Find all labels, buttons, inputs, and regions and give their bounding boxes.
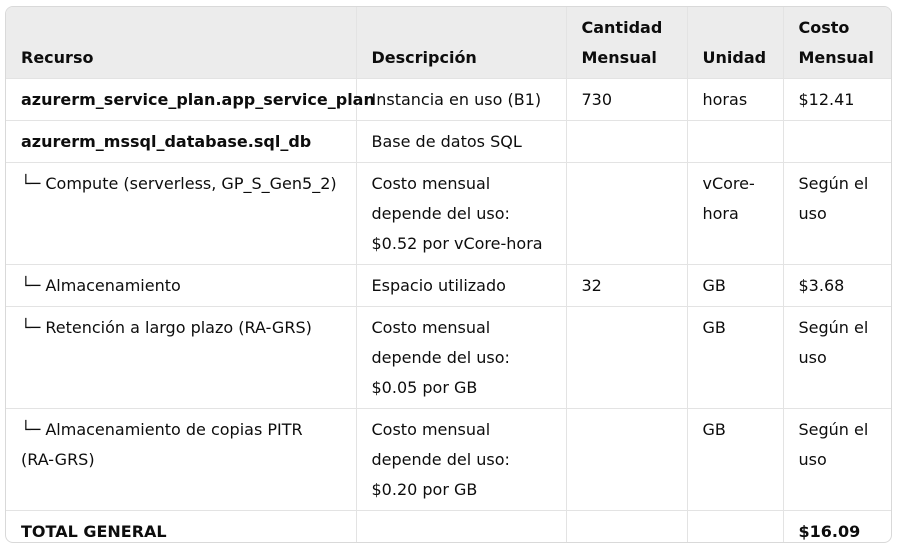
cell-unidad: GB bbox=[687, 306, 784, 409]
header-cantidad: Cantidad Mensual bbox=[566, 7, 688, 79]
table-header-row: Recurso Descripción Cantidad Mensual Uni… bbox=[6, 7, 891, 79]
cell-unidad: vCore-hora bbox=[687, 162, 784, 265]
cell-recurso: └─ Compute (serverless, GP_S_Gen5_2) bbox=[6, 162, 357, 265]
header-recurso: Recurso bbox=[6, 7, 357, 79]
cell-cantidad bbox=[566, 120, 688, 163]
cost-table-container: Recurso Descripción Cantidad Mensual Uni… bbox=[5, 6, 892, 543]
cell-descripcion bbox=[356, 510, 567, 542]
cell-recurso: └─ Almacenamiento bbox=[6, 264, 357, 307]
cell-recurso: azurerm_mssql_database.sql_db bbox=[6, 120, 357, 163]
cell-costo: $12.41 bbox=[798, 90, 855, 109]
cell-cantidad bbox=[566, 306, 688, 409]
cell-cantidad: 32 bbox=[566, 264, 688, 307]
cell-cantidad bbox=[566, 162, 688, 265]
cell-costo: Según el uso bbox=[798, 420, 869, 469]
cell-descripcion: Espacio utilizado bbox=[356, 264, 567, 307]
cell-unidad: GB bbox=[687, 264, 784, 307]
cell-descripcion: Base de datos SQL bbox=[356, 120, 567, 163]
cell-unidad bbox=[687, 510, 784, 542]
cell-descripcion: Instancia en uso (B1) bbox=[356, 78, 567, 121]
cell-recurso: azurerm_service_plan.app_service_plan bbox=[6, 78, 375, 121]
header-costo: Costo Mensual bbox=[798, 18, 874, 67]
table-row: └─ Compute (serverless, GP_S_Gen5_2) Cos… bbox=[6, 162, 891, 265]
cell-descripcion: Costo mensual depende del uso: $0.20 por… bbox=[356, 408, 567, 511]
table-row: └─ Retención a largo plazo (RA-GRS) Cost… bbox=[6, 306, 891, 409]
cell-unidad: horas bbox=[687, 78, 784, 121]
table-row: └─ Almacenamiento de copias PITR (RA-GRS… bbox=[6, 408, 891, 511]
table-row: └─ Almacenamiento Espacio utilizado 32 G… bbox=[6, 264, 891, 307]
header-descripcion: Descripción bbox=[356, 7, 567, 79]
table-row-total: TOTAL GENERAL $16.09 bbox=[6, 510, 891, 542]
cost-table: Recurso Descripción Cantidad Mensual Uni… bbox=[6, 7, 891, 542]
cell-recurso: └─ Almacenamiento de copias PITR (RA-GRS… bbox=[6, 408, 357, 511]
table-row: azurerm_service_plan.app_service_plan In… bbox=[6, 78, 891, 121]
header-unidad: Unidad bbox=[687, 7, 784, 79]
cell-recurso: TOTAL GENERAL bbox=[6, 510, 357, 542]
cell-costo: $3.68 bbox=[798, 276, 845, 295]
cell-costo: $16.09 bbox=[798, 522, 861, 541]
cell-unidad: GB bbox=[687, 408, 784, 511]
cell-unidad bbox=[687, 120, 784, 163]
table-row: azurerm_mssql_database.sql_db Base de da… bbox=[6, 120, 891, 163]
cell-costo bbox=[783, 121, 891, 163]
cell-costo: Según el uso bbox=[798, 174, 869, 223]
cell-cantidad bbox=[566, 408, 688, 511]
cell-costo: Según el uso bbox=[798, 318, 869, 367]
cell-recurso: └─ Retención a largo plazo (RA-GRS) bbox=[6, 306, 357, 409]
cell-descripcion: Costo mensual depende del uso: $0.05 por… bbox=[356, 306, 567, 409]
cell-descripcion: Costo mensual depende del uso: $0.52 por… bbox=[356, 162, 567, 265]
cell-cantidad: 730 bbox=[566, 78, 688, 121]
cell-cantidad bbox=[566, 510, 688, 542]
